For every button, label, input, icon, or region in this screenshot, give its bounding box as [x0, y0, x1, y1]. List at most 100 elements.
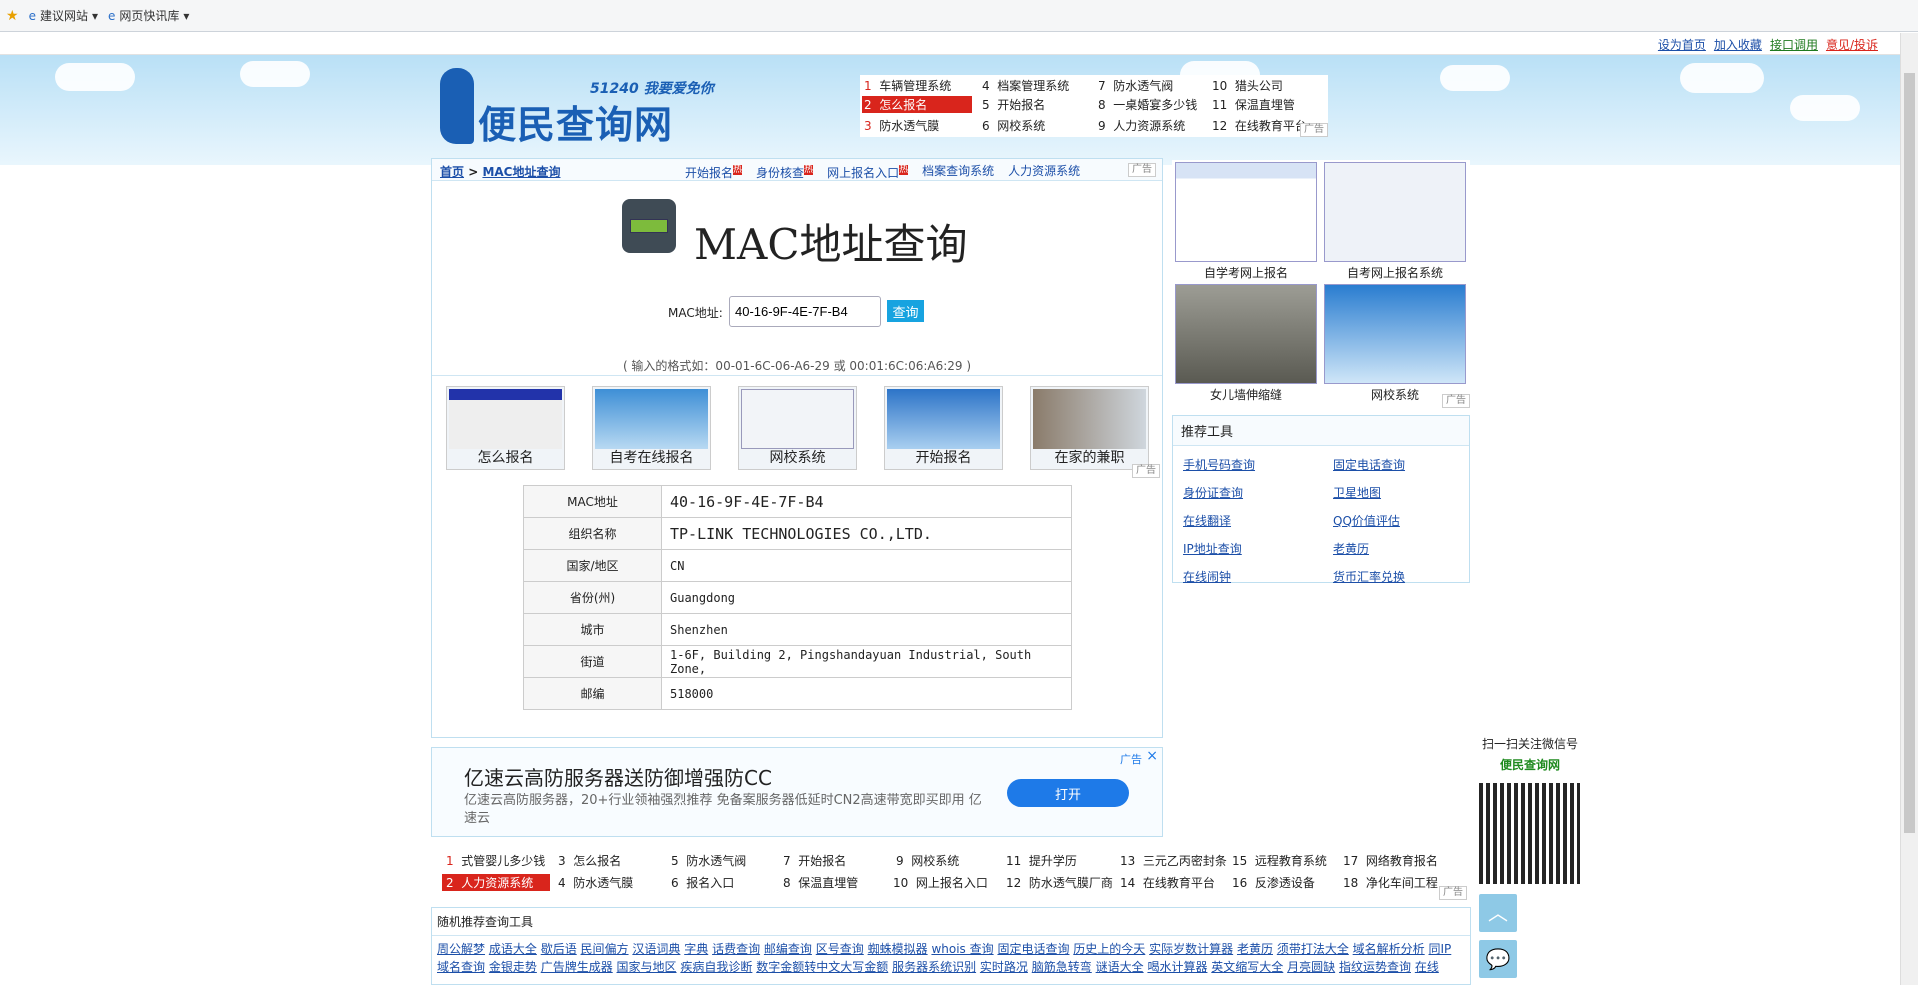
hot-item-10[interactable]: 10 猎头公司	[1212, 77, 1283, 94]
random-tool-link[interactable]: 历史上的今天	[1073, 942, 1145, 956]
hot-item[interactable]: 8 保温直埋管	[783, 874, 858, 891]
random-tool-link[interactable]: whois 查询	[931, 942, 993, 956]
mac-address-input[interactable]	[729, 296, 881, 327]
tool-link[interactable]: 卫星地图	[1333, 484, 1381, 501]
random-tool-link[interactable]: 国家与地区	[617, 960, 677, 974]
site-logo[interactable]: 51240 我要爱免你 便民查询网	[440, 64, 740, 148]
random-tool-link[interactable]: 邮编查询	[764, 942, 812, 956]
hot-item[interactable]: 11 提升学历	[1006, 852, 1077, 869]
ad-tag[interactable]: 广告	[1300, 123, 1328, 137]
random-tool-link[interactable]: 实际岁数计算器	[1149, 942, 1233, 956]
scrollbar-thumb[interactable]	[1904, 73, 1915, 833]
fav-suggested-sites[interactable]: e 建议网站 ▾	[29, 7, 98, 24]
nav-link-online-registration[interactable]: 网上报名入口热	[827, 162, 909, 181]
hot-item-2[interactable]: 2 怎么报名	[862, 96, 972, 113]
random-tool-link[interactable]: 服务器系统识别	[892, 960, 976, 974]
vertical-scrollbar[interactable]	[1900, 33, 1918, 985]
hot-item[interactable]: 12 防水透气膜厂商	[1006, 874, 1113, 891]
hot-item-5[interactable]: 5 开始报名	[982, 96, 1045, 113]
random-tool-link[interactable]: 歇后语	[541, 942, 577, 956]
hot-item[interactable]: 6 报名入口	[671, 874, 734, 891]
ad-banner[interactable]: 亿速云高防服务器送防御增强防CC 亿速云高防服务器，20+行业领袖强烈推荐 免备…	[431, 747, 1163, 837]
random-tool-link[interactable]: 指纹运势查询	[1339, 960, 1411, 974]
ad-tag[interactable]: 广告	[1132, 464, 1160, 478]
random-tool-link[interactable]: 脑筋急转弯	[1032, 960, 1092, 974]
hot-item[interactable]: 13 三元乙丙密封条	[1120, 852, 1227, 869]
hot-item[interactable]: 14 在线教育平台	[1120, 874, 1215, 891]
hot-item[interactable]: 16 反渗透设备	[1232, 874, 1315, 891]
random-tool-link[interactable]: 英文缩写大全	[1211, 960, 1283, 974]
tool-link[interactable]: 固定电话查询	[1333, 456, 1405, 473]
right-thumb-item[interactable]	[1175, 162, 1317, 262]
random-tool-link[interactable]: 成语大全	[489, 942, 537, 956]
thumb-item[interactable]: 网校系统	[738, 386, 857, 470]
back-to-top-icon[interactable]: ︿	[1479, 894, 1517, 932]
tool-link[interactable]: QQ价值评估	[1333, 512, 1400, 529]
random-tool-link[interactable]: 须带打法大全	[1277, 942, 1349, 956]
hot-item[interactable]: 10 网上报名入口	[893, 874, 988, 891]
tool-link[interactable]: 手机号码查询	[1183, 456, 1255, 473]
random-tool-link[interactable]: 数字金额转中文大写金额	[756, 960, 888, 974]
random-tool-link[interactable]: 民间偏方	[581, 942, 629, 956]
hot-item-1[interactable]: 1 车辆管理系统	[864, 77, 951, 94]
hot-item[interactable]: 18 净化车间工程	[1343, 874, 1438, 891]
random-tool-link[interactable]: 周公解梦	[437, 942, 485, 956]
thumb-item[interactable]: 在家的兼职	[1030, 386, 1149, 470]
hot-item-9[interactable]: 9 人力资源系统	[1098, 117, 1185, 134]
random-tool-link[interactable]: 字典	[684, 942, 708, 956]
random-tool-link[interactable]: 同IP	[1429, 942, 1452, 956]
ad-tag[interactable]: 广告	[1128, 163, 1156, 177]
random-tool-link[interactable]: 蜘蛛模拟器	[868, 942, 928, 956]
hot-item[interactable]: 17 网络教育报名	[1343, 852, 1438, 869]
tool-link[interactable]: 货币汇率兑换	[1333, 568, 1405, 585]
hot-item[interactable]: 15 远程教育系统	[1232, 852, 1327, 869]
hot-item-11[interactable]: 11 保温直埋管	[1212, 96, 1295, 113]
star-icon[interactable]: ★	[6, 8, 19, 24]
hot-item-4[interactable]: 4 档案管理系统	[982, 77, 1069, 94]
random-tool-link[interactable]: 广告牌生成器	[541, 960, 613, 974]
hot-item-7[interactable]: 7 防水透气阀	[1098, 77, 1173, 94]
nav-link-id-verify[interactable]: 身份核查热	[756, 162, 814, 181]
thumb-item[interactable]: 怎么报名	[446, 386, 565, 470]
right-thumb-item[interactable]	[1324, 284, 1466, 384]
tool-link[interactable]: 身份证查询	[1183, 484, 1243, 501]
random-tool-link[interactable]: 金银走势	[489, 960, 537, 974]
hot-item[interactable]: 3 怎么报名	[558, 852, 621, 869]
random-tool-link[interactable]: 谜语大全	[1096, 960, 1144, 974]
hot-item[interactable]: 1 式管婴儿多少钱	[446, 852, 545, 869]
hot-item[interactable]: 2 人力资源系统	[442, 874, 550, 891]
thumb-item[interactable]: 开始报名	[884, 386, 1003, 470]
random-tool-link[interactable]: 汉语词典	[632, 942, 680, 956]
hot-item[interactable]: 9 网校系统	[896, 852, 959, 869]
hot-item-3[interactable]: 3 防水透气膜	[864, 117, 939, 134]
random-tool-link[interactable]: 域名查询	[437, 960, 485, 974]
random-tool-link[interactable]: 在线	[1415, 960, 1439, 974]
ad-tag[interactable]: 广告	[1442, 394, 1470, 408]
random-tool-link[interactable]: 实时路况	[980, 960, 1028, 974]
api-link[interactable]: 接口调用	[1770, 36, 1818, 53]
hot-item-12[interactable]: 12 在线教育平台	[1212, 117, 1307, 134]
hot-item-6[interactable]: 6 网校系统	[982, 117, 1045, 134]
random-tool-link[interactable]: 话费查询	[712, 942, 760, 956]
hot-item[interactable]: 5 防水透气阀	[671, 852, 746, 869]
nav-link-archive-query[interactable]: 档案查询系统	[922, 162, 994, 181]
query-button[interactable]: 查询	[887, 300, 924, 322]
set-homepage-link[interactable]: 设为首页	[1658, 36, 1706, 53]
add-favorite-link[interactable]: 加入收藏	[1714, 36, 1762, 53]
random-tool-link[interactable]: 月亮圆缺	[1287, 960, 1335, 974]
tool-link[interactable]: 在线翻译	[1183, 512, 1231, 529]
hot-item[interactable]: 7 开始报名	[783, 852, 846, 869]
close-icon[interactable]: ×	[1146, 748, 1158, 764]
random-tool-link[interactable]: 喝水计算器	[1147, 960, 1207, 974]
nav-link-hr-system[interactable]: 人力资源系统	[1008, 162, 1080, 181]
tool-link[interactable]: 在线闹钟	[1183, 568, 1231, 585]
ad-tag[interactable]: 广告	[1439, 886, 1467, 900]
feedback-link[interactable]: 意见/投诉	[1826, 36, 1878, 53]
random-tool-link[interactable]: 区号查询	[816, 942, 864, 956]
nav-link-start-registration[interactable]: 开始报名热	[685, 162, 743, 181]
tool-link[interactable]: 老黄历	[1333, 540, 1369, 557]
random-tool-link[interactable]: 疾病自我诊断	[680, 960, 752, 974]
tool-link[interactable]: IP地址查询	[1183, 540, 1242, 557]
right-thumb-item[interactable]	[1324, 162, 1466, 262]
chat-bubble-icon[interactable]: 💬	[1479, 940, 1517, 978]
